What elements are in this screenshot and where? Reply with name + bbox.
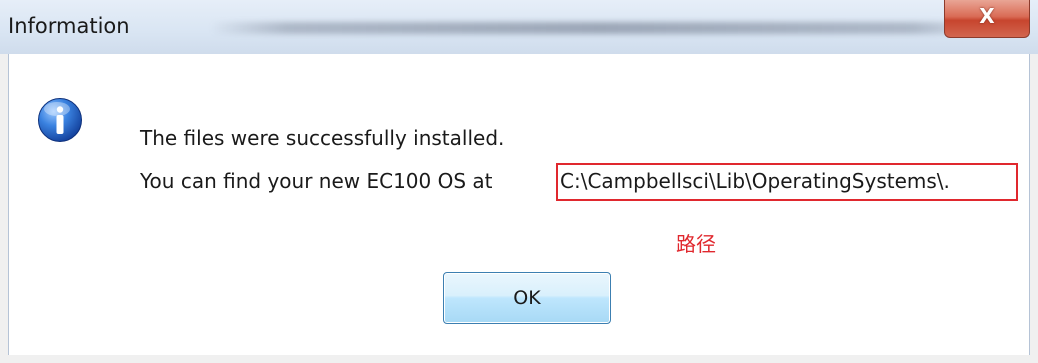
success-message: The files were successfully installed.: [140, 126, 505, 150]
install-path: C:\Campbellsci\Lib\OperatingSystems\.: [560, 169, 950, 193]
information-dialog: Information X The files were successfull…: [0, 0, 1038, 363]
dialog-bottom-edge: [0, 355, 1038, 363]
close-button[interactable]: X: [944, 0, 1030, 38]
ok-button-label: OK: [513, 287, 541, 309]
dialog-title: Information: [8, 14, 130, 38]
title-bar[interactable]: Information X: [0, 0, 1038, 54]
ok-button[interactable]: OK: [443, 272, 611, 324]
close-icon: X: [979, 3, 995, 28]
path-annotation: 路径: [676, 232, 716, 256]
blurred-title-region: [210, 22, 990, 34]
info-icon: [38, 98, 82, 142]
location-message: You can find your new EC100 OS at: [140, 169, 493, 193]
